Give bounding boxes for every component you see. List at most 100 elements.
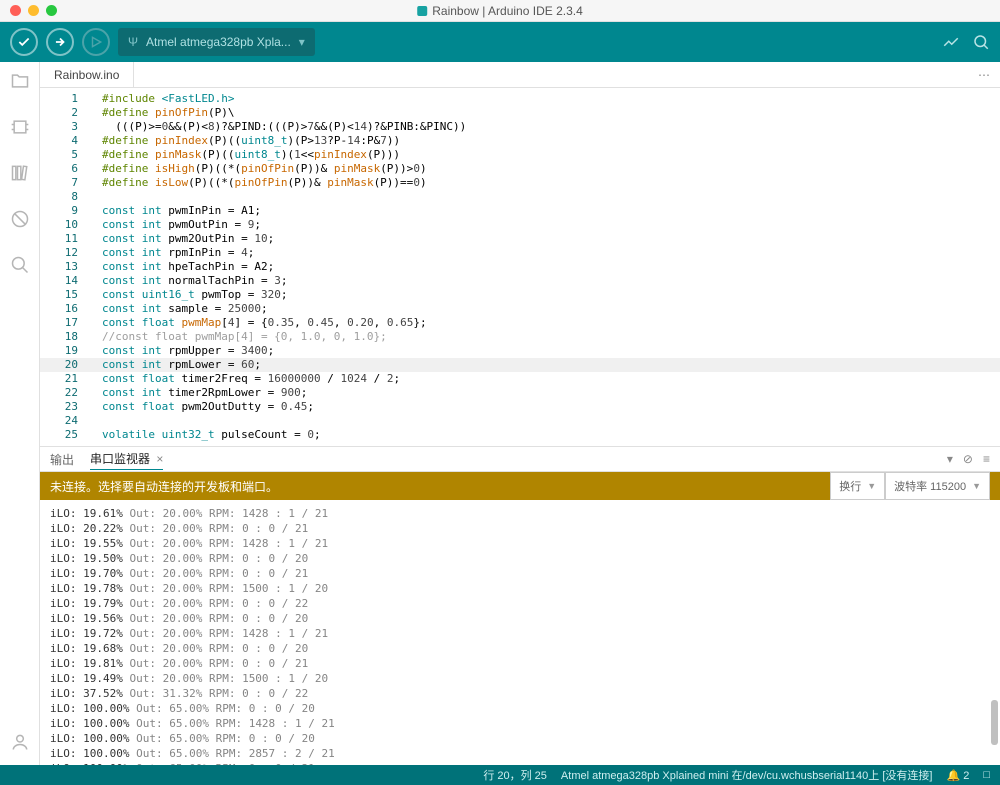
chevron-down-icon: ▾	[299, 35, 305, 49]
board-status[interactable]: Atmel atmega328pb Xplained mini 在/dev/cu…	[561, 767, 933, 783]
usb-icon: Ψ	[128, 35, 138, 49]
code-line[interactable]: 6#define isHigh(P)((*(pinOfPin(P))& pinM…	[40, 162, 1000, 176]
code-line[interactable]: 7#define isLow(P)((*(pinOfPin(P))& pinMa…	[40, 176, 1000, 190]
close-icon[interactable]: ×	[153, 452, 163, 466]
line-number: 20	[40, 358, 88, 372]
serial-line: iLO: 19.72% Out: 20.00% RPM: 1428 : 1 / …	[50, 626, 990, 641]
code-line[interactable]: 25volatile uint32_t pulseCount = 0;	[40, 428, 1000, 442]
line-number: 14	[40, 274, 88, 288]
serial-monitor-icon[interactable]	[972, 33, 990, 51]
search-icon[interactable]	[9, 254, 31, 276]
code-line[interactable]: 11const int pwm2OutPin = 10;	[40, 232, 1000, 246]
serial-line: iLO: 19.81% Out: 20.00% RPM: 0 : 0 / 21	[50, 656, 990, 671]
line-number: 15	[40, 288, 88, 302]
connection-status: 未连接。选择要自动连接的开发板和端口。	[50, 478, 278, 495]
serial-output[interactable]: iLO: 19.61% Out: 20.00% RPM: 1428 : 1 / …	[40, 500, 1000, 765]
line-number: 25	[40, 428, 88, 442]
panel-options-icon[interactable]: ≡	[983, 452, 990, 466]
code-line[interactable]: 13const int hpeTachPin = A2;	[40, 260, 1000, 274]
notification-badge[interactable]: 🔔 2	[946, 769, 969, 782]
line-number: 2	[40, 106, 88, 120]
code-line[interactable]: 24	[40, 414, 1000, 428]
code-line[interactable]: 19const int rpmUpper = 3400;	[40, 344, 1000, 358]
code-line[interactable]: 17const float pwmMap[4] = {0.35, 0.45, 0…	[40, 316, 1000, 330]
scrollbar-thumb[interactable]	[991, 700, 998, 745]
code-line[interactable]: 1#include <FastLED.h>	[40, 92, 1000, 106]
library-manager-icon[interactable]	[9, 162, 31, 184]
serial-line: iLO: 100.00% Out: 65.00% RPM: 0 : 0 / 20	[50, 701, 990, 716]
serial-line: iLO: 100.00% Out: 65.00% RPM: 2857 : 2 /…	[50, 746, 990, 761]
code-line[interactable]: 2#define pinOfPin(P)\	[40, 106, 1000, 120]
cursor-position: 行 20，列 25	[483, 767, 547, 783]
debug-button[interactable]	[82, 28, 110, 56]
code-line[interactable]: 4#define pinIndex(P)((uint8_t)(P>13?P-14…	[40, 134, 1000, 148]
serial-line: iLO: 19.70% Out: 20.00% RPM: 0 : 0 / 21	[50, 566, 990, 581]
serial-line: iLO: 19.50% Out: 20.00% RPM: 0 : 0 / 20	[50, 551, 990, 566]
file-tab[interactable]: Rainbow.ino	[40, 62, 134, 87]
sketchbook-icon[interactable]	[9, 70, 31, 92]
window-title-text: Rainbow | Arduino IDE 2.3.4	[432, 4, 583, 18]
code-line[interactable]: 21const float timer2Freq = 16000000 / 10…	[40, 372, 1000, 386]
serial-line: iLO: 100.00% Out: 65.00% RPM: 0 : 0 / 20	[50, 731, 990, 746]
panel-collapse-icon[interactable]: ▾	[947, 452, 953, 466]
close-window-button[interactable]	[10, 5, 21, 16]
line-number: 11	[40, 232, 88, 246]
output-tab[interactable]: 输出	[50, 449, 74, 470]
code-line[interactable]: 22const int timer2RpmLower = 900;	[40, 386, 1000, 400]
code-line[interactable]: 5#define pinMask(P)((uint8_t)(1<<pinInde…	[40, 148, 1000, 162]
serial-line: iLO: 100.00% Out: 65.00% RPM: 1428 : 1 /…	[50, 716, 990, 731]
line-number: 9	[40, 204, 88, 218]
account-icon[interactable]	[9, 731, 31, 753]
panel-clear-icon[interactable]: ⊘	[963, 452, 973, 466]
code-line[interactable]: 16const int sample = 25000;	[40, 302, 1000, 316]
serial-line: iLO: 19.49% Out: 20.00% RPM: 1500 : 1 / …	[50, 671, 990, 686]
code-line[interactable]: 20const int rpmLower = 60;	[40, 358, 1000, 372]
line-number: 4	[40, 134, 88, 148]
minimize-window-button[interactable]	[28, 5, 39, 16]
serial-message-bar: 未连接。选择要自动连接的开发板和端口。 换行▼ 波特率 115200▼	[40, 472, 1000, 500]
serial-plotter-icon[interactable]	[942, 33, 960, 51]
code-line[interactable]: 12const int rpmInPin = 4;	[40, 246, 1000, 260]
app-icon	[417, 6, 427, 16]
code-line[interactable]: 9const int pwmInPin = A1;	[40, 204, 1000, 218]
line-number: 3	[40, 120, 88, 134]
code-line[interactable]: 8	[40, 190, 1000, 204]
serial-monitor-tab[interactable]: 串口监视器 ×	[90, 448, 163, 470]
code-editor[interactable]: 1#include <FastLED.h>2#define pinOfPin(P…	[40, 88, 1000, 446]
board-selector[interactable]: Ψ Atmel atmega328pb Xpla... ▾	[118, 28, 315, 56]
line-ending-select[interactable]: 换行▼	[830, 472, 885, 500]
line-number: 22	[40, 386, 88, 400]
window-title: Rainbow | Arduino IDE 2.3.4	[417, 4, 583, 18]
verify-button[interactable]	[10, 28, 38, 56]
line-number: 13	[40, 260, 88, 274]
serial-line: iLO: 19.61% Out: 20.00% RPM: 1428 : 1 / …	[50, 506, 990, 521]
line-number: 8	[40, 190, 88, 204]
debug-sidebar-icon[interactable]	[9, 208, 31, 230]
boards-manager-icon[interactable]	[9, 116, 31, 138]
close-panel-icon[interactable]: □	[983, 769, 990, 781]
line-number: 1	[40, 92, 88, 106]
line-number: 24	[40, 414, 88, 428]
line-number: 12	[40, 246, 88, 260]
window-controls	[0, 5, 57, 16]
serial-line: iLO: 19.79% Out: 20.00% RPM: 0 : 0 / 22	[50, 596, 990, 611]
toolbar: Ψ Atmel atmega328pb Xpla... ▾	[0, 22, 1000, 62]
code-line[interactable]: 23const float pwm2OutDutty = 0.45;	[40, 400, 1000, 414]
line-number: 18	[40, 330, 88, 344]
titlebar: Rainbow | Arduino IDE 2.3.4	[0, 0, 1000, 22]
board-name: Atmel atmega328pb Xpla...	[146, 35, 291, 49]
upload-button[interactable]	[46, 28, 74, 56]
baud-rate-select[interactable]: 波特率 115200▼	[885, 472, 990, 500]
line-number: 17	[40, 316, 88, 330]
tab-overflow-button[interactable]: ⋯	[978, 68, 1000, 82]
serial-line: iLO: 37.52% Out: 31.32% RPM: 0 : 0 / 22	[50, 686, 990, 701]
code-line[interactable]: 15const uint16_t pwmTop = 320;	[40, 288, 1000, 302]
code-line[interactable]: 14const int normalTachPin = 3;	[40, 274, 1000, 288]
line-number: 5	[40, 148, 88, 162]
serial-line: iLO: 19.78% Out: 20.00% RPM: 1500 : 1 / …	[50, 581, 990, 596]
code-line[interactable]: 10const int pwmOutPin = 9;	[40, 218, 1000, 232]
maximize-window-button[interactable]	[46, 5, 57, 16]
line-number: 6	[40, 162, 88, 176]
code-line[interactable]: 3 (((P)>=0&&(P)<8)?&PIND:(((P)>7&&(P)<14…	[40, 120, 1000, 134]
code-line[interactable]: 18//const float pwmMap[4] = {0, 1.0, 0, …	[40, 330, 1000, 344]
